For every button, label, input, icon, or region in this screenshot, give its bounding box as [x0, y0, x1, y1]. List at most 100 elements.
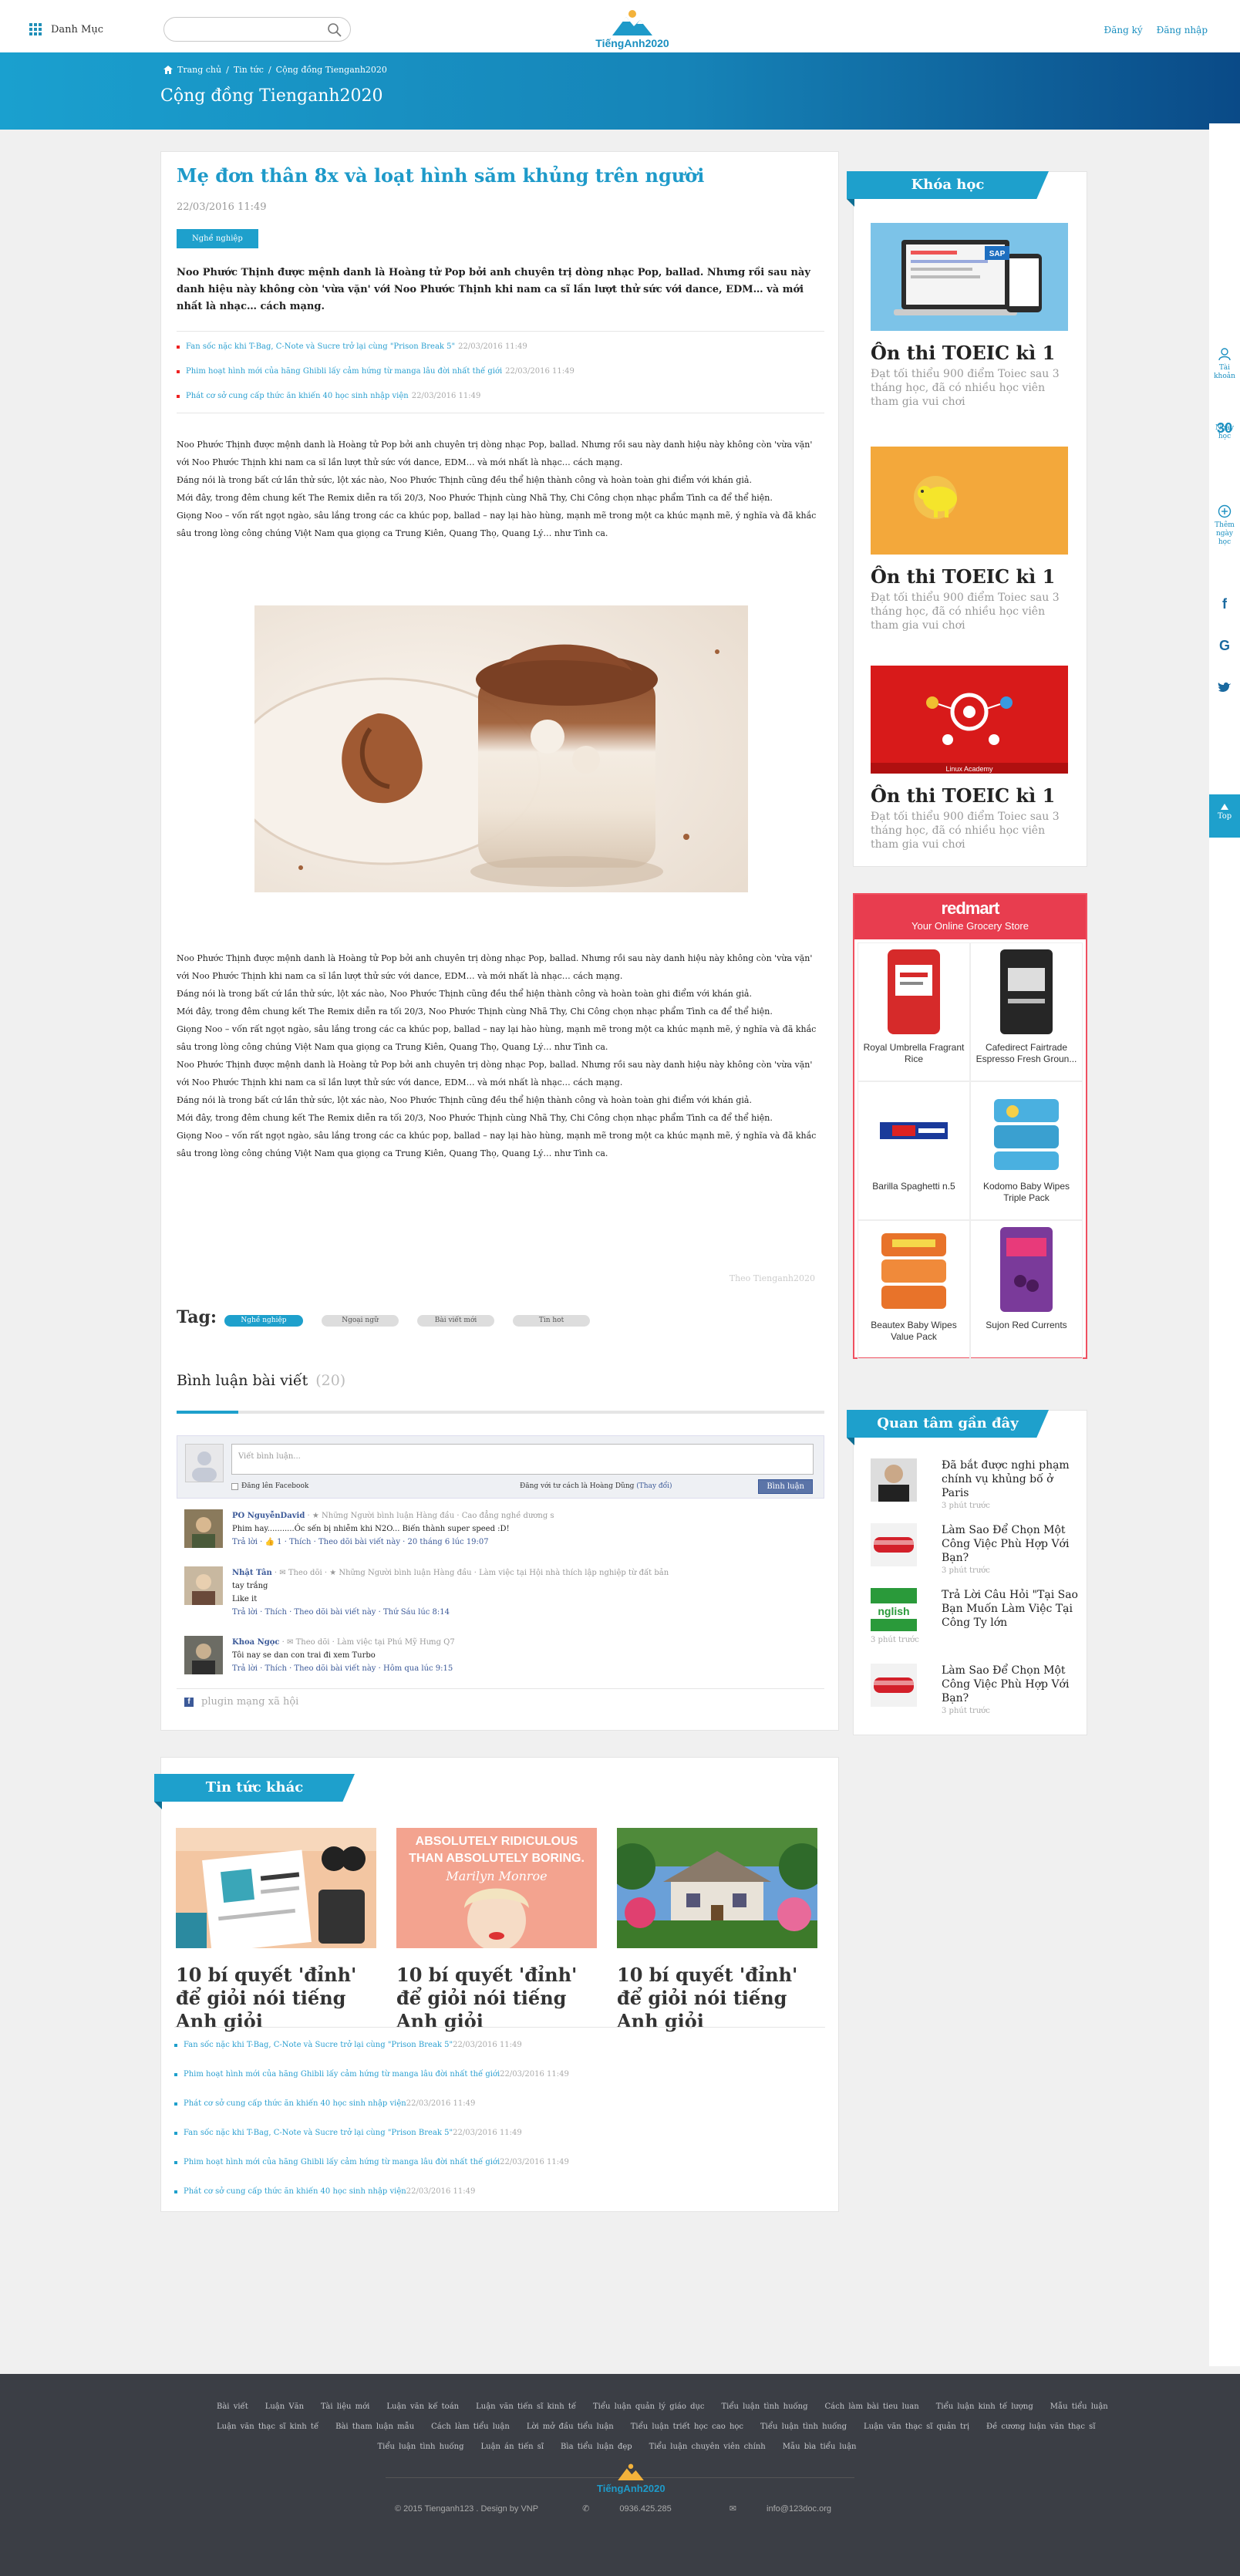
footer-link[interactable]: Mẫu tiểu luận: [1050, 2402, 1108, 2411]
category-badge[interactable]: Nghề nghiệp: [177, 229, 258, 248]
footer-link[interactable]: Luận văn tiến sĩ kinh tế: [476, 2402, 576, 2411]
news-list-date: 22/03/2016 11:49: [453, 2041, 522, 2049]
account-button[interactable]: Tài khoản: [1209, 347, 1240, 381]
footer-link[interactable]: Lời mở đầu tiểu luận: [527, 2423, 614, 2431]
ad-product[interactable]: Sujon Red Currents: [970, 1220, 1083, 1359]
paragraph: với Noo Phước Thịnh khi nam ca sĩ lần lư…: [177, 971, 623, 981]
footer-link[interactable]: Bìa tiểu luận đẹp: [561, 2443, 632, 2451]
footer-email[interactable]: ✉ info@123doc.org: [716, 2504, 845, 2514]
article-date: 22/03/2016 11:49: [177, 201, 267, 213]
change-account-link[interactable]: (Thay đổi): [636, 1482, 672, 1490]
footer-link[interactable]: Luận Văn: [265, 2402, 304, 2411]
footer-link[interactable]: Tiểu luận triết học cao học: [631, 2423, 743, 2431]
news-title[interactable]: 10 bí quyết 'đỉnh' để giỏi nói tiếng Anh…: [396, 1964, 597, 2033]
checkbox-icon[interactable]: [231, 1482, 238, 1490]
search-icon[interactable]: [327, 22, 342, 38]
ad-product[interactable]: Barilla Spaghetti n.5: [858, 1081, 970, 1220]
news-list-item[interactable]: Fan sốc nặc khi T-Bag, C-Note và Sucre t…: [174, 2041, 522, 2049]
tag-item[interactable]: Ngoại ngữ: [322, 1315, 399, 1327]
comment-actions[interactable]: Trả lời · Thích · Theo dõi bài viết này …: [232, 1606, 818, 1619]
tag-item[interactable]: Tin hot: [513, 1315, 590, 1327]
news-list-text: Fan sốc nặc khi T-Bag, C-Note và Sucre t…: [184, 2129, 453, 2137]
facebook-icon[interactable]: f: [1209, 597, 1240, 611]
tag-item[interactable]: Nghề nghiệp: [224, 1315, 303, 1327]
ad-product-name: Royal Umbrella Fragrant Rice: [863, 1042, 965, 1064]
course-item[interactable]: SAP Ôn thi TOEIC kì 1 Đạt tối thiểu 900 …: [871, 223, 1068, 409]
footer-link[interactable]: Luận văn kế toán: [386, 2402, 459, 2411]
footer-link[interactable]: Bài tham luận mẫu: [335, 2423, 414, 2431]
paragraph: Giọng Noo – vốn rất ngọt ngào, sâu lắng …: [177, 511, 817, 521]
footer-link[interactable]: Tài liệu mới: [321, 2402, 369, 2411]
breadcrumb-news[interactable]: Tin tức: [234, 65, 264, 75]
twitter-icon[interactable]: [1209, 682, 1240, 697]
related-link[interactable]: Phim hoạt hình mới của hãng Ghibli lấy c…: [177, 366, 824, 377]
ad-product-name: Barilla Spaghetti n.5: [872, 1181, 955, 1192]
home-icon[interactable]: [163, 66, 173, 74]
pasta-box-image: [880, 1122, 948, 1139]
footer-link[interactable]: Tiểu luận tình huống: [760, 2423, 847, 2431]
footer-logo[interactable]: TiếngAnh2020: [597, 2463, 665, 2494]
comment-author[interactable]: Nhật Tân: [232, 1569, 272, 1577]
footer-link[interactable]: Tiểu luận chuyên viên chính: [649, 2443, 766, 2451]
news-title[interactable]: 10 bí quyết 'đỉnh' để giỏi nói tiếng Anh…: [617, 1964, 817, 2033]
news-list-item[interactable]: Phim hoạt hình mới của hãng Ghibli lấy c…: [174, 2158, 569, 2166]
news-list-item[interactable]: Phát cơ sở cung cấp thức ăn khiến 40 học…: [174, 2187, 475, 2196]
related-link[interactable]: Fan sốc nặc khi T-Bag, C-Note và Sucre t…: [177, 342, 824, 352]
footer-link[interactable]: Mẫu bìa tiểu luận: [783, 2443, 857, 2451]
footer-link[interactable]: Tiểu luận tình huống: [378, 2443, 464, 2451]
back-to-top-button[interactable]: Top: [1209, 794, 1240, 838]
footer-link[interactable]: Tiểu luận kinh tế lượng: [936, 2402, 1033, 2411]
ad-product[interactable]: Beautex Baby Wipes Value Pack: [858, 1220, 970, 1359]
post-to-facebook-checkbox[interactable]: Đăng lên Facebook: [231, 1482, 308, 1490]
footer-link[interactable]: Cách làm bài tieu luan: [825, 2402, 919, 2411]
comment-input[interactable]: Viết bình luận...: [231, 1444, 814, 1475]
news-image[interactable]: [176, 1828, 376, 1948]
menu-button[interactable]: Danh Mục: [29, 23, 103, 35]
site-logo[interactable]: TiếngAnh2020: [590, 9, 675, 51]
tag-item[interactable]: Bài viết mới: [417, 1315, 494, 1327]
footer-link[interactable]: Cách làm tiểu luận: [431, 2423, 510, 2431]
footer-link[interactable]: Luận án tiến sĩ: [480, 2443, 544, 2451]
search-input[interactable]: [175, 18, 329, 41]
avatar[interactable]: [184, 1636, 223, 1674]
news-title[interactable]: 10 bí quyết 'đỉnh' để giỏi nói tiếng Anh…: [176, 1964, 376, 2033]
streak-counter[interactable]: 30 Ngày học: [1209, 421, 1240, 441]
comment-author[interactable]: PO NguyễnDavid: [232, 1512, 305, 1520]
breadcrumb-current[interactable]: Cộng đồng Tienganh2020: [276, 65, 387, 75]
social-plugin[interactable]: f plugin mạng xã hội: [184, 1696, 298, 1708]
footer-link[interactable]: Luận văn thạc sĩ quản trị: [864, 2423, 969, 2431]
avatar[interactable]: [184, 1566, 223, 1605]
section-title-courses: Khóa học: [847, 171, 1049, 199]
post-comment-button[interactable]: Bình luận: [758, 1479, 813, 1494]
comment-actions[interactable]: Trả lời · Thích · Theo dõi bài viết này …: [232, 1662, 818, 1675]
course-item[interactable]: Linux Academy Ôn thi TOEIC kì 1 Đạt tối …: [871, 666, 1068, 851]
comment-text: Tôi nay se dan con trai đi xem Turbo: [232, 1651, 376, 1660]
footer-link[interactable]: Tiểu luận quản lý giáo dục: [593, 2402, 705, 2411]
ad-product[interactable]: Kodomo Baby Wipes Triple Pack: [970, 1081, 1083, 1220]
breadcrumb-home[interactable]: Trang chủ: [177, 65, 221, 75]
login-link[interactable]: Đăng nhập: [1157, 25, 1208, 35]
footer-link[interactable]: Bài viết: [217, 2402, 248, 2411]
news-list-item[interactable]: Phát cơ sở cung cấp thức ăn khiến 40 học…: [174, 2099, 475, 2108]
news-list-item[interactable]: Phim hoạt hình mới của hãng Ghibli lấy c…: [174, 2070, 569, 2079]
footer-link[interactable]: Đề cương luận văn thạc sĩ: [986, 2423, 1095, 2431]
news-image[interactable]: ABSOLUTELY RIDICULOUS THAN ABSOLUTELY BOR…: [396, 1828, 597, 1948]
course-item[interactable]: Ôn thi TOEIC kì 1 Đạt tối thiểu 900 điểm…: [871, 447, 1068, 632]
footer-link[interactable]: Tiểu luận tình huống: [722, 2402, 808, 2411]
add-days-button[interactable]: Thêm ngày học: [1209, 504, 1240, 547]
avatar[interactable]: [184, 1509, 223, 1548]
comments-title-text: Bình luận bài viết: [177, 1372, 308, 1389]
ad-product[interactable]: Cafedirect Fairtrade Espresso Fresh Grou…: [970, 942, 1083, 1081]
register-link[interactable]: Đăng ký: [1104, 25, 1143, 35]
comment-actions[interactable]: Trả lời · 👍 1 · Thích · Theo dõi bài viế…: [232, 1536, 818, 1549]
news-list-item[interactable]: Fan sốc nặc khi T-Bag, C-Note và Sucre t…: [174, 2129, 522, 2137]
comment-author[interactable]: Khoa Ngọc: [232, 1638, 279, 1647]
facebook-icon: f: [184, 1697, 194, 1707]
footer-link[interactable]: Luận văn thạc sĩ kinh tế: [217, 2423, 318, 2431]
ad-product[interactable]: Royal Umbrella Fragrant Rice: [858, 942, 970, 1081]
related-link[interactable]: Phát cơ sở cung cấp thức ăn khiến 40 học…: [177, 391, 824, 402]
related-text: Fan sốc nặc khi T-Bag, C-Note và Sucre t…: [186, 342, 456, 351]
news-image[interactable]: [617, 1828, 817, 1948]
ad-banner[interactable]: redmart Your Online Grocery Store Royal …: [853, 893, 1087, 1359]
google-icon[interactable]: G: [1209, 639, 1240, 652]
